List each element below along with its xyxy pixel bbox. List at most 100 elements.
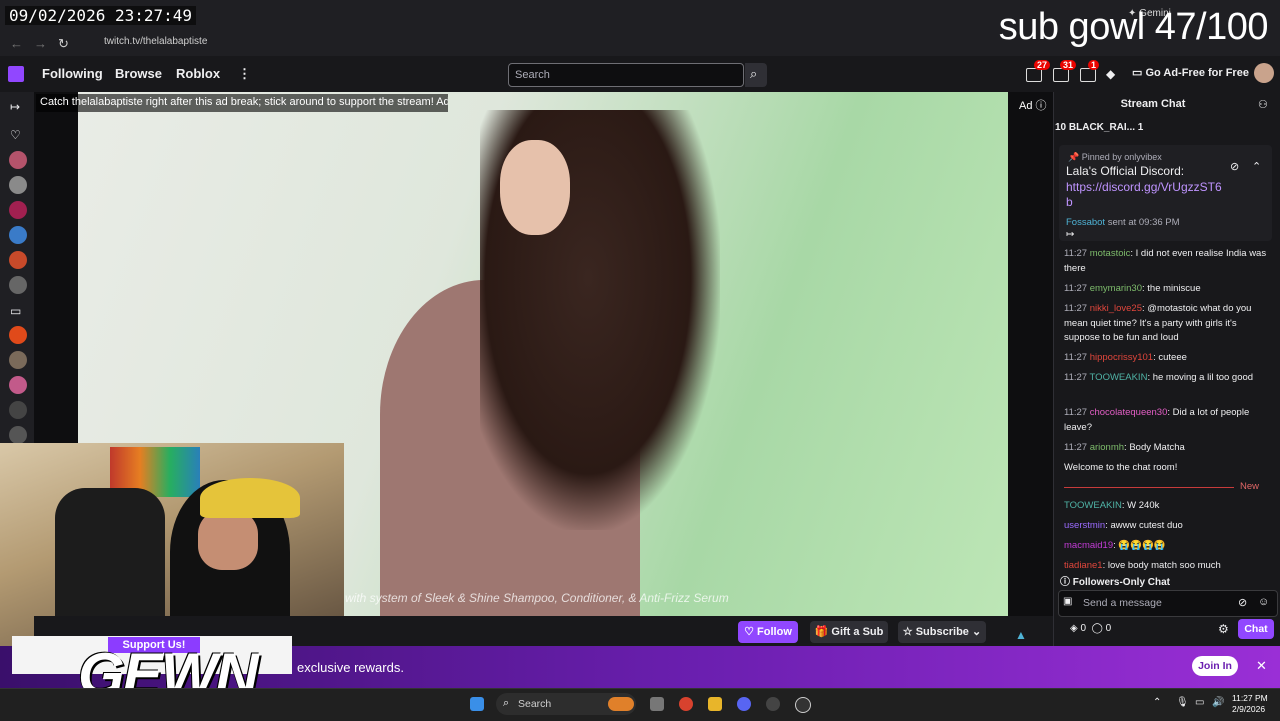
new-messages-label: New [1240,481,1260,492]
chat-username[interactable]: macmaid19 [1064,540,1113,551]
chat-username[interactable]: arionmh [1090,442,1124,453]
chat-message: 11:27 motastoic: I did not even realise … [1064,248,1267,274]
ad-label[interactable]: Ad ⓘ [1019,97,1047,113]
chat-username[interactable]: userstmin [1064,520,1105,531]
pinned-title: Lala's Official Discord: [1066,164,1185,178]
microphone-icon[interactable]: 🎙 [1176,697,1189,708]
forward-icon[interactable]: → [34,36,47,51]
pinned-sender: Fossabot sent at 09:36 PM [1066,217,1180,228]
file-explorer-icon[interactable] [708,697,722,711]
task-view-icon[interactable] [650,697,664,711]
chat-message: 11:27 emymarin30: the miniscue [1064,283,1201,294]
nav-browse[interactable]: Browse [115,66,162,81]
prime-loot-icon[interactable] [1026,68,1042,82]
taskbar-time[interactable]: 11:27 PM [1232,693,1268,703]
taskbar-search-label: Search [518,698,552,710]
notifications-icon[interactable] [1053,68,1069,82]
info-icon[interactable]: ⓘ [1036,100,1047,112]
follow-button[interactable]: ♡ Follow [738,621,798,643]
expand-rail-icon[interactable]: ↦ [10,100,20,114]
nav-following[interactable]: Following [42,66,103,81]
join-in-button[interactable]: Join In [1192,656,1238,676]
chat-username[interactable]: TOOWEAKIN [1064,500,1122,511]
points-count: 0 [1105,623,1112,634]
channel-avatar[interactable] [9,326,27,344]
mute-icon[interactable]: ⊘ [1238,596,1247,609]
go-ad-free-button[interactable]: ▭ Go Ad-Free for Free [1132,66,1249,79]
volume-icon[interactable]: 🔊 [1212,697,1224,708]
tray-chevron-icon[interactable]: ⌃ [1153,697,1161,708]
go-ad-free-label: Go Ad-Free for Free [1145,67,1249,79]
channel-avatar[interactable] [9,176,27,194]
taskbar-date[interactable]: 2/9/2026 [1232,704,1265,714]
reload-icon[interactable]: ↻ [58,36,69,52]
user-avatar[interactable] [1254,63,1274,83]
chrome-icon[interactable] [679,697,693,711]
chat-username[interactable]: chocolatequeen30 [1090,407,1168,418]
channel-avatar[interactable] [9,151,27,169]
subscribe-button[interactable]: ☆ Subscribe ⌄ [898,621,986,643]
chat-title: Stream Chat [1120,98,1186,110]
followers-only-text: Followers-Only Chat [1072,577,1171,588]
clock-app-icon[interactable] [795,697,811,713]
emote-icon[interactable]: ☺ [1258,596,1269,608]
chat-username[interactable]: motastoic [1090,248,1131,259]
channel-points[interactable]: ◈ 0 ◯ 0 [1070,623,1111,634]
chat-settings-icon[interactable]: ⚙ [1218,622,1229,636]
app-icon[interactable] [766,697,780,711]
chat-leaderboard[interactable]: 10 BLACK_RAI... 1 [1055,122,1143,133]
nav-roblox[interactable]: Roblox [176,66,220,81]
search-icon[interactable]: ⌕ [745,63,767,87]
network-icon[interactable]: ▭ [1195,697,1204,708]
community-icon[interactable]: ⚇ [1258,98,1268,111]
reply-icon[interactable]: ↦ [1066,229,1074,240]
channel-avatar[interactable] [9,226,27,244]
ad-caption: with system of Sleek & Shine Shampoo, Co… [345,591,729,605]
channel-avatar[interactable] [9,276,27,294]
video-icon[interactable]: ▭ [10,304,21,318]
chat-username[interactable]: TOOWEAKIN [1090,372,1148,383]
chat-badge-icon[interactable]: ▣ [1063,596,1072,607]
channel-avatar[interactable] [9,426,27,444]
chat-message: tiadiane1: love body match soo much [1064,560,1221,571]
chat-message: macmaid19: 😭😭😭😭 [1064,540,1166,551]
gift-sub-button[interactable]: 🎁 Gift a Sub ⌄ [810,621,888,660]
chat-username[interactable]: hippocrissy101 [1090,352,1153,363]
channel-avatar[interactable] [9,201,27,219]
close-icon[interactable]: ✕ [1256,658,1267,674]
bits-icon[interactable]: ◆ [1106,67,1115,81]
windows-start-icon[interactable] [470,697,484,711]
gift-sub-label: Gift a Sub [831,626,884,638]
back-icon[interactable]: ← [10,36,23,51]
whispers-icon[interactable] [1080,68,1096,82]
channel-avatar[interactable] [9,376,27,394]
ad-break-banner: Catch thelalabaptiste right after this a… [36,94,448,112]
chat-username[interactable]: tiadiane1 [1064,560,1103,571]
collapse-pinned-icon[interactable]: ⌃ [1252,160,1261,173]
pizza-widget-icon[interactable] [608,697,634,711]
followers-only-banner: ⓘ Followers-Only Chat [1060,577,1171,588]
twitch-logo-icon[interactable] [8,66,24,82]
discord-icon[interactable] [737,697,751,711]
url-text[interactable]: twitch.tv/thelalabaptiste [104,36,207,47]
whispers-count: 1 [1088,60,1100,70]
chat-username[interactable]: emymarin30 [1090,283,1142,294]
channel-avatar[interactable] [9,401,27,419]
chat-message: 11:27 hippocrissy101: cuteee [1064,352,1187,363]
chat-send-button[interactable]: Chat [1238,619,1274,639]
more-menu-icon[interactable]: ⋮ [238,66,251,82]
following-heart-icon[interactable]: ♡ [10,128,21,142]
chat-message: 11:27 chocolatequeen30: Did a lot of peo… [1064,407,1250,433]
chat-username[interactable]: nikki_love25 [1090,303,1142,314]
subscribe-label: Subscribe [915,626,969,638]
channel-avatar[interactable] [9,351,27,369]
ad-label-text: Ad [1019,100,1033,112]
discord-link[interactable]: https://discord.gg/VrUgzzST6b [1066,180,1226,210]
chat-message: 11:27 nikki_love25: @motastoic what do y… [1064,303,1252,343]
windows-taskbar [0,688,1280,721]
pinned-sender-name[interactable]: Fossabot [1066,217,1105,228]
hide-pinned-icon[interactable]: ⊘ [1230,160,1239,173]
chat-message: 11:27 TOOWEAKIN: he moving a lil too goo… [1064,372,1254,383]
bits-count: 0 [1080,623,1087,634]
channel-avatar[interactable] [9,251,27,269]
